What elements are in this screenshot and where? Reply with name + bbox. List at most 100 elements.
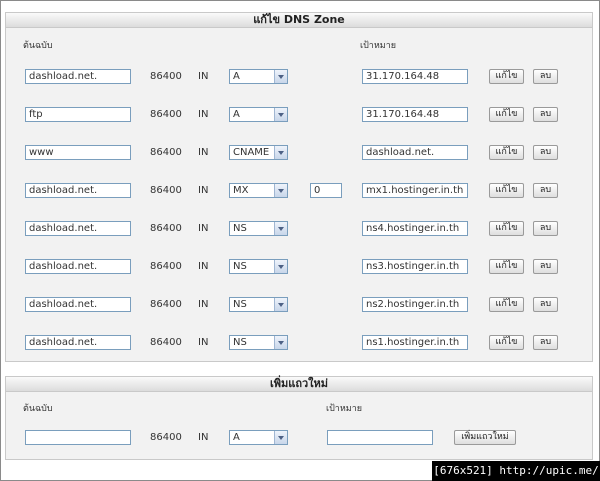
- record-type-select[interactable]: A: [229, 69, 288, 84]
- record-type-value: NS: [233, 261, 247, 272]
- record-type-value: NS: [233, 337, 247, 348]
- record-row: dashload.net. 86400 IN NS ns1.hostinger.in.t…: [6, 335, 592, 353]
- record-row: dashload.net. 86400 IN MX 0 mx1.hostinger.in.…: [6, 183, 592, 201]
- record-class: IN: [198, 299, 209, 310]
- record-type-select[interactable]: NS: [229, 259, 288, 274]
- record-ttl: 86400: [150, 337, 182, 348]
- record-target-input[interactable]: 31.170.164.48: [362, 69, 468, 84]
- record-type-select[interactable]: NS: [229, 335, 288, 350]
- record-target-input[interactable]: ns2.hostinger.in.th: [362, 297, 468, 312]
- edit-button[interactable]: แก้ไข: [489, 335, 524, 350]
- chevron-down-icon[interactable]: [274, 146, 287, 159]
- record-ttl: 86400: [150, 185, 182, 196]
- chevron-down-icon[interactable]: [274, 70, 287, 83]
- record-type-select[interactable]: NS: [229, 221, 288, 236]
- record-name-input[interactable]: www: [25, 145, 131, 160]
- edit-button[interactable]: แก้ไข: [489, 297, 524, 312]
- record-class: IN: [198, 337, 209, 348]
- record-type-value: NS: [233, 223, 247, 234]
- new-ttl-value: 86400: [150, 432, 182, 443]
- record-row: ftp 86400 IN A 31.170.164.48 แก้ไข ลบ: [6, 107, 592, 125]
- delete-button[interactable]: ลบ: [533, 259, 558, 274]
- record-type-value: NS: [233, 299, 247, 310]
- record-row: dashload.net. 86400 IN NS ns2.hostinger.in.t…: [6, 297, 592, 315]
- record-type-select[interactable]: CNAME: [229, 145, 288, 160]
- add-row-form: 86400 IN A เพิ่มแถวใหม่: [6, 430, 592, 448]
- edit-button[interactable]: แก้ไข: [489, 183, 524, 198]
- record-target-input[interactable]: ns1.hostinger.in.th: [362, 335, 468, 350]
- delete-button[interactable]: ลบ: [533, 107, 558, 122]
- record-target-input[interactable]: ns3.hostinger.in.th: [362, 259, 468, 274]
- delete-button[interactable]: ลบ: [533, 221, 558, 236]
- record-target-input[interactable]: mx1.hostinger.in.th: [362, 183, 468, 198]
- record-ttl: 86400: [150, 261, 182, 272]
- edit-zone-title: แก้ไข DNS Zone: [6, 13, 592, 28]
- record-target-input[interactable]: 31.170.164.48: [362, 107, 468, 122]
- record-name-input[interactable]: dashload.net.: [25, 297, 131, 312]
- record-type-select[interactable]: MX: [229, 183, 288, 198]
- record-row: dashload.net. 86400 IN NS ns3.hostinger.in.t…: [6, 259, 592, 277]
- record-type-value: A: [233, 109, 240, 120]
- record-priority-input[interactable]: 0: [310, 183, 342, 198]
- footer-watermark: [676x521] http://upic.me/: [432, 461, 600, 481]
- record-class: IN: [198, 109, 209, 120]
- edit-button[interactable]: แก้ไข: [489, 145, 524, 160]
- record-name-input[interactable]: dashload.net.: [25, 69, 131, 84]
- record-class: IN: [198, 147, 209, 158]
- new-class-value: IN: [198, 432, 209, 443]
- target-column-label: เป้าหมาย: [360, 41, 397, 51]
- record-name-input[interactable]: dashload.net.: [25, 221, 131, 236]
- edit-button[interactable]: แก้ไข: [489, 259, 524, 274]
- record-class: IN: [198, 261, 209, 272]
- record-ttl: 86400: [150, 223, 182, 234]
- source-column-label: ต้นฉบับ: [23, 41, 53, 51]
- record-ttl: 86400: [150, 71, 182, 82]
- record-row: dashload.net. 86400 IN A 31.170.164.48 แก้ไข ล…: [6, 69, 592, 87]
- record-row: dashload.net. 86400 IN NS ns4.hostinger.in.t…: [6, 221, 592, 239]
- edit-button[interactable]: แก้ไข: [489, 221, 524, 236]
- record-name-input[interactable]: dashload.net.: [25, 259, 131, 274]
- record-ttl: 86400: [150, 109, 182, 120]
- record-class: IN: [198, 71, 209, 82]
- record-target-input[interactable]: ns4.hostinger.in.th: [362, 221, 468, 236]
- record-class: IN: [198, 223, 209, 234]
- delete-button[interactable]: ลบ: [533, 183, 558, 198]
- edit-zone-panel: แก้ไข DNS Zone ต้นฉบับ เป้าหมาย dashload…: [5, 12, 593, 362]
- record-class: IN: [198, 185, 209, 196]
- record-type-value: MX: [233, 185, 249, 196]
- record-ttl: 86400: [150, 299, 182, 310]
- delete-button[interactable]: ลบ: [533, 69, 558, 84]
- delete-button[interactable]: ลบ: [533, 297, 558, 312]
- edit-button[interactable]: แก้ไข: [489, 107, 524, 122]
- chevron-down-icon[interactable]: [274, 260, 287, 273]
- record-type-value: CNAME: [233, 147, 270, 158]
- window-frame: แก้ไข DNS Zone ต้นฉบับ เป้าหมาย dashload…: [0, 0, 600, 481]
- add-target-column-label: เป้าหมาย: [326, 404, 363, 414]
- chevron-down-icon[interactable]: [274, 298, 287, 311]
- record-type-select[interactable]: A: [229, 107, 288, 122]
- record-type-select[interactable]: NS: [229, 297, 288, 312]
- chevron-down-icon[interactable]: [274, 336, 287, 349]
- delete-button[interactable]: ลบ: [533, 145, 558, 160]
- record-target-input[interactable]: dashload.net.: [362, 145, 468, 160]
- add-row-panel: เพิ่มแถวใหม่ ต้นฉบับ เป้าหมาย 86400 IN A…: [5, 376, 593, 460]
- chevron-down-icon[interactable]: [274, 431, 287, 444]
- chevron-down-icon[interactable]: [274, 184, 287, 197]
- add-row-button[interactable]: เพิ่มแถวใหม่: [454, 430, 516, 445]
- delete-button[interactable]: ลบ: [533, 335, 558, 350]
- new-type-value: A: [233, 432, 240, 443]
- record-ttl: 86400: [150, 147, 182, 158]
- add-row-title: เพิ่มแถวใหม่: [6, 377, 592, 392]
- new-target-input[interactable]: [327, 430, 433, 445]
- record-name-input[interactable]: dashload.net.: [25, 335, 131, 350]
- record-name-input[interactable]: ftp: [25, 107, 131, 122]
- chevron-down-icon[interactable]: [274, 222, 287, 235]
- add-source-column-label: ต้นฉบับ: [23, 404, 53, 414]
- record-type-value: A: [233, 71, 240, 82]
- new-type-select[interactable]: A: [229, 430, 288, 445]
- chevron-down-icon[interactable]: [274, 108, 287, 121]
- edit-button[interactable]: แก้ไข: [489, 69, 524, 84]
- new-name-input[interactable]: [25, 430, 131, 445]
- record-name-input[interactable]: dashload.net.: [25, 183, 131, 198]
- record-row: www 86400 IN CNAME dashload.net. แก้ไข ลบ: [6, 145, 592, 163]
